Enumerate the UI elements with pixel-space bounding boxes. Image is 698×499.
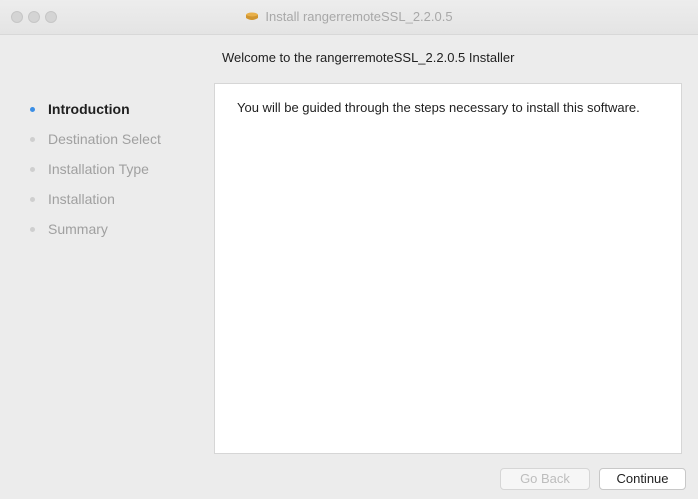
step-label: Introduction [48, 101, 130, 117]
step-bullet-icon [30, 227, 35, 232]
package-icon [245, 11, 259, 22]
step-label: Summary [48, 221, 108, 237]
window-title: Install rangerremoteSSL_2.2.0.5 [0, 9, 698, 24]
continue-button[interactable]: Continue [599, 468, 686, 490]
installer-window: Install rangerremoteSSL_2.2.0.5 Welcome … [0, 0, 698, 499]
step-installation: Installation [0, 186, 200, 216]
step-label: Installation Type [48, 161, 149, 177]
intro-text: You will be guided through the steps nec… [237, 100, 640, 115]
step-label: Destination Select [48, 131, 161, 147]
steps-sidebar: Introduction Destination Select Installa… [0, 96, 200, 246]
window-title-text: Install rangerremoteSSL_2.2.0.5 [265, 9, 453, 24]
step-bullet-icon [30, 137, 35, 142]
step-summary: Summary [0, 216, 200, 246]
step-bullet-icon [30, 107, 35, 112]
go-back-button[interactable]: Go Back [500, 468, 590, 490]
installer-heading: Welcome to the rangerremoteSSL_2.2.0.5 I… [222, 50, 515, 65]
content-panel: You will be guided through the steps nec… [214, 83, 682, 454]
step-bullet-icon [30, 167, 35, 172]
title-bar[interactable]: Install rangerremoteSSL_2.2.0.5 [0, 0, 698, 35]
step-introduction: Introduction [0, 96, 200, 126]
step-label: Installation [48, 191, 115, 207]
step-bullet-icon [30, 197, 35, 202]
step-destination-select: Destination Select [0, 126, 200, 156]
step-installation-type: Installation Type [0, 156, 200, 186]
